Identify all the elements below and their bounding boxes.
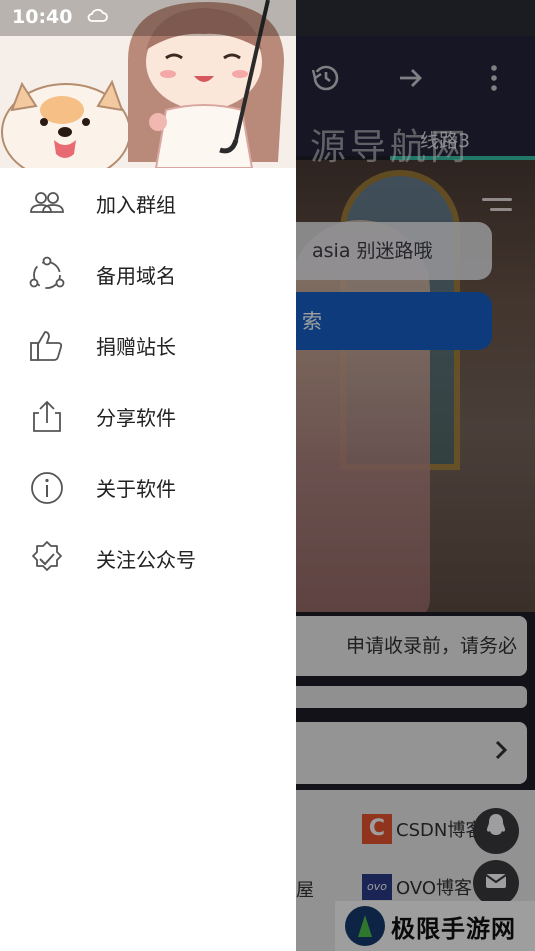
thumbs-up-icon [27,326,67,366]
menu-label: 备用域名 [96,264,176,288]
menu-label: 关注公众号 [96,548,196,572]
drawer-header-image: 10:40 [0,0,296,168]
navigation-drawer: 10:40 加入群组 备用域名 捐赠站长 分享软件 关于软件 关注公众号 [0,0,296,951]
drawer-menu: 加入群组 备用域名 捐赠站长 分享软件 关于软件 关注公众号 [0,168,296,594]
verified-badge-icon [27,539,67,579]
info-icon [27,468,67,508]
menu-item-donate[interactable]: 捐赠站长 [0,310,296,381]
group-icon [27,184,67,224]
upload-share-icon [27,397,67,437]
menu-item-backup-domain[interactable]: 备用域名 [0,239,296,310]
menu-label: 分享软件 [96,406,176,430]
dog-illustration [1,79,131,168]
menu-label: 捐赠站长 [96,335,176,359]
menu-item-join-group[interactable]: 加入群组 [0,168,296,239]
share-nodes-icon [27,255,67,295]
status-time: 10:40 [12,6,73,28]
menu-label: 关于软件 [96,477,176,501]
menu-item-about[interactable]: 关于软件 [0,452,296,523]
drawer-scrim[interactable] [296,36,535,951]
menu-item-share-app[interactable]: 分享软件 [0,381,296,452]
cloud-icon [86,6,108,29]
menu-label: 加入群组 [96,193,176,217]
menu-item-follow-account[interactable]: 关注公众号 [0,523,296,594]
